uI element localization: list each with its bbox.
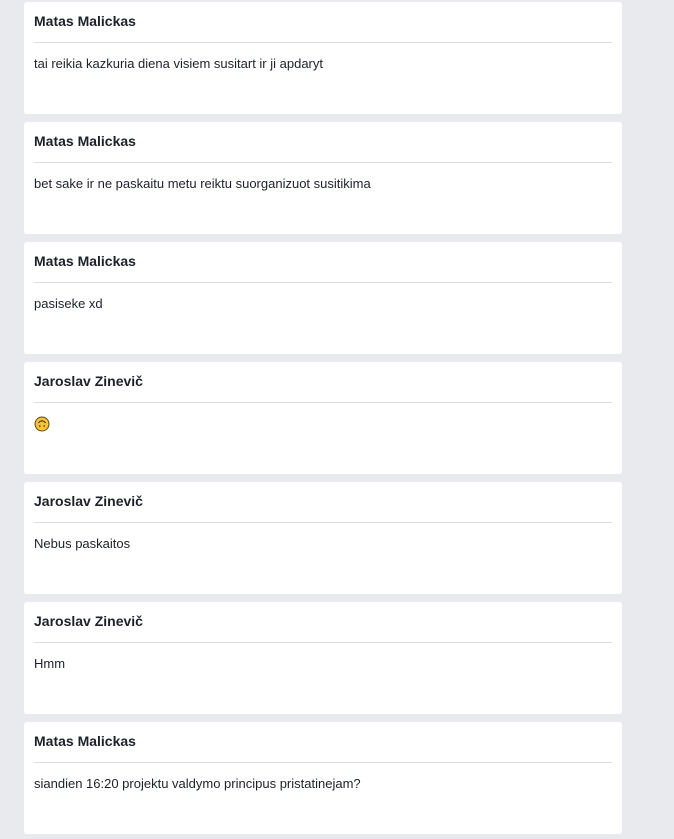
post-divider (34, 402, 612, 403)
post-message: siandien 16:20 projektu valdymo principu… (34, 776, 361, 791)
post-divider (34, 282, 612, 283)
post-message: Hmm (34, 656, 66, 671)
post-divider (34, 522, 612, 523)
post-card: Matas Malickas siandien 16:20 projektu v… (24, 722, 622, 834)
post-card: Matas Malickas pasiseke xd (24, 242, 622, 354)
post-card: Jaroslav Zinevič Nebus paskaitos (24, 482, 622, 594)
upside-down-face-icon (34, 416, 50, 432)
post-card: Matas Malickas tai reikia kazkuria diena… (24, 2, 622, 114)
post-author[interactable]: Jaroslav Zinevič (34, 493, 143, 509)
post-author[interactable]: Jaroslav Zinevič (34, 373, 143, 389)
post-message: pasiseke xd (34, 296, 103, 311)
post-divider (34, 162, 612, 163)
post-author[interactable]: Matas Malickas (34, 733, 136, 749)
post-card: Jaroslav Zinevič Hmm (24, 602, 622, 714)
post-divider (34, 762, 612, 763)
post-author[interactable]: Matas Malickas (34, 133, 136, 149)
post-divider (34, 642, 612, 643)
post-message: bet sake ir ne paskaitu metu reiktu suor… (34, 176, 371, 191)
post-card: Matas Malickas bet sake ir ne paskaitu m… (24, 122, 622, 234)
post-message: Nebus paskaitos (34, 536, 131, 551)
post-card: Jaroslav Zinevič (24, 362, 622, 474)
post-author[interactable]: Jaroslav Zinevič (34, 613, 143, 629)
post-divider (34, 42, 612, 43)
post-message: tai reikia kazkuria diena visiem susitar… (34, 56, 323, 71)
post-author[interactable]: Matas Malickas (34, 253, 136, 269)
post-author[interactable]: Matas Malickas (34, 13, 136, 29)
